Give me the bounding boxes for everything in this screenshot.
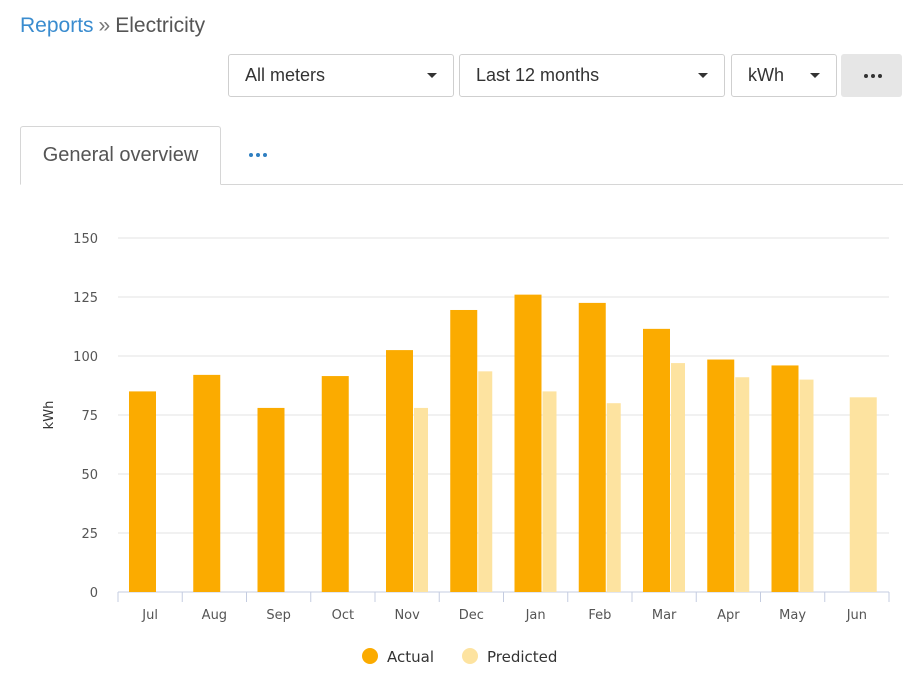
bar-predicted-may [799, 379, 814, 592]
y-tick-label: 125 [73, 291, 98, 306]
x-tick-label: Jul [141, 608, 158, 623]
y-tick-label: 100 [73, 350, 98, 365]
bar-chart: 0 25 50 75 100 125 150 kWh Jul Aug Sep Oct Nov Dec Jan… [42, 232, 890, 666]
bar-actual-dec [450, 309, 478, 592]
bar-predicted-jan [542, 391, 557, 592]
x-tick-label: Mar [652, 608, 677, 623]
bar-predicted-dec [478, 371, 493, 592]
y-tick-label: 75 [81, 409, 98, 424]
y-axis-title: kWh [42, 401, 57, 430]
bar-actual-jul [129, 391, 156, 592]
y-tick-label: 25 [81, 527, 98, 542]
x-tick-label: Jan [525, 608, 546, 623]
x-tick-label: Sep [266, 608, 291, 623]
bar-actual-feb [578, 302, 606, 592]
bar-predicted-feb [606, 403, 621, 592]
bar-actual-sep [257, 407, 285, 592]
x-tick-label: Dec [459, 608, 484, 623]
chart-legend: Actual Predicted [362, 648, 557, 666]
bar-predicted-apr [735, 377, 750, 592]
x-tick-label: Oct [332, 608, 354, 623]
legend-marker-predicted [462, 648, 478, 664]
bar-actual-nov [386, 350, 413, 592]
y-tick-label: 50 [81, 468, 98, 483]
x-tick-label: Aug [202, 608, 227, 623]
x-tick-label: Jun [846, 608, 867, 623]
bar-predicted-nov [414, 407, 428, 592]
bar-actual-oct [321, 376, 349, 592]
bar-actual-mar [643, 328, 670, 592]
legend-label-predicted: Predicted [487, 648, 557, 666]
y-tick-label: 0 [90, 586, 98, 601]
bar-actual-jan [514, 294, 542, 592]
x-tick-label: Feb [588, 608, 611, 623]
bar-actual-may [771, 365, 799, 592]
x-tick-label: May [779, 608, 806, 623]
bar-predicted-jun [849, 397, 877, 592]
bar-predicted-mar [671, 363, 685, 592]
bar-actual-aug [193, 374, 221, 592]
bar-actual-apr [707, 359, 735, 592]
legend-label-actual: Actual [387, 648, 434, 666]
x-tick-label: Apr [717, 608, 740, 623]
x-tick-label: Nov [394, 608, 420, 623]
legend-marker-actual [362, 648, 378, 664]
y-tick-label: 150 [73, 232, 98, 247]
